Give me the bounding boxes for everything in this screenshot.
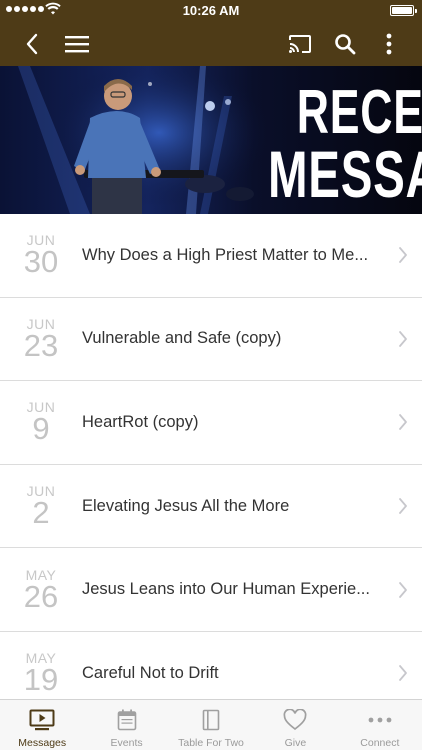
tv-play-icon	[29, 709, 55, 731]
tab-label: Give	[284, 737, 307, 749]
recent-messages-banner: RECENT MESSAGES	[0, 66, 422, 214]
message-row[interactable]: JUN 30 Why Does a High Priest Matter to …	[0, 214, 422, 298]
message-title: HeartRot (copy)	[82, 412, 199, 431]
message-day: 19	[23, 662, 59, 698]
more-options-button[interactable]	[369, 22, 409, 66]
message-day: 26	[23, 578, 59, 614]
tab-bar: Messages Events Table For Two Give Conne…	[0, 699, 422, 750]
cast-button[interactable]	[280, 22, 320, 66]
tab-label: Events	[110, 737, 143, 749]
cast-icon	[289, 35, 311, 53]
chevron-right-icon	[399, 498, 407, 514]
battery-icon	[390, 5, 417, 16]
nav-bar	[0, 22, 422, 66]
message-list: JUN 30 Why Does a High Priest Matter to …	[0, 214, 422, 699]
banner-title-line2: MESSAGES	[268, 136, 422, 211]
message-row[interactable]: MAY 19 Careful Not to Drift	[0, 632, 422, 699]
heart-icon	[283, 709, 307, 731]
status-time: 10:26 AM	[182, 3, 240, 18]
chevron-left-icon	[26, 33, 38, 55]
more-horizontal-icon	[368, 717, 392, 723]
message-title: Careful Not to Drift	[82, 663, 219, 682]
chevron-right-icon	[399, 665, 407, 682]
message-row[interactable]: MAY 26 Jesus Leans into Our Human Experi…	[0, 548, 422, 632]
message-row[interactable]: JUN 2 Elevating Jesus All the More	[0, 465, 422, 549]
hamburger-menu-icon	[65, 36, 89, 53]
message-day: 30	[23, 244, 59, 280]
message-row[interactable]: JUN 9 HeartRot (copy)	[0, 381, 422, 465]
back-button[interactable]	[12, 22, 52, 66]
message-date: JUN 30	[0, 233, 82, 277]
tab-give[interactable]: Give	[253, 700, 337, 750]
message-day: 2	[32, 495, 50, 531]
tab-events[interactable]: Events	[84, 700, 168, 750]
chevron-right-icon	[399, 247, 407, 264]
chevron-right-icon	[399, 414, 407, 431]
search-button[interactable]	[325, 22, 365, 66]
message-date: JUN 9	[0, 400, 82, 444]
tab-table-for-two[interactable]: Table For Two	[169, 700, 253, 750]
banner-title: RECENT MESSAGES	[268, 78, 422, 211]
tab-label: Table For Two	[178, 737, 244, 749]
message-date: MAY 26	[0, 568, 82, 612]
tab-label: Messages	[18, 737, 67, 749]
message-day: 9	[32, 411, 50, 447]
message-title: Elevating Jesus All the More	[82, 496, 290, 515]
status-bar: 10:26 AM	[0, 0, 422, 22]
book-icon	[202, 709, 220, 731]
message-title: Vulnerable and Safe (copy)	[82, 329, 282, 348]
message-row[interactable]: JUN 23 Vulnerable and Safe (copy)	[0, 298, 422, 382]
message-title: Why Does a High Priest Matter to Me...	[82, 245, 369, 264]
chevron-right-icon	[399, 330, 407, 347]
message-date: MAY 19	[0, 651, 82, 695]
message-title: Jesus Leans into Our Human Experie...	[82, 580, 370, 599]
tab-label: Connect	[360, 737, 400, 749]
more-vertical-icon	[386, 33, 392, 55]
chevron-right-icon	[399, 581, 407, 598]
tab-connect[interactable]: Connect	[338, 700, 422, 750]
banner-title-line1: RECENT	[296, 78, 422, 147]
message-date: JUN 2	[0, 484, 82, 528]
message-day: 23	[23, 327, 59, 363]
tab-messages[interactable]: Messages	[0, 700, 84, 750]
menu-button[interactable]	[57, 22, 97, 66]
message-date: JUN 23	[0, 317, 82, 361]
search-icon	[335, 34, 356, 55]
calendar-icon	[117, 709, 136, 731]
